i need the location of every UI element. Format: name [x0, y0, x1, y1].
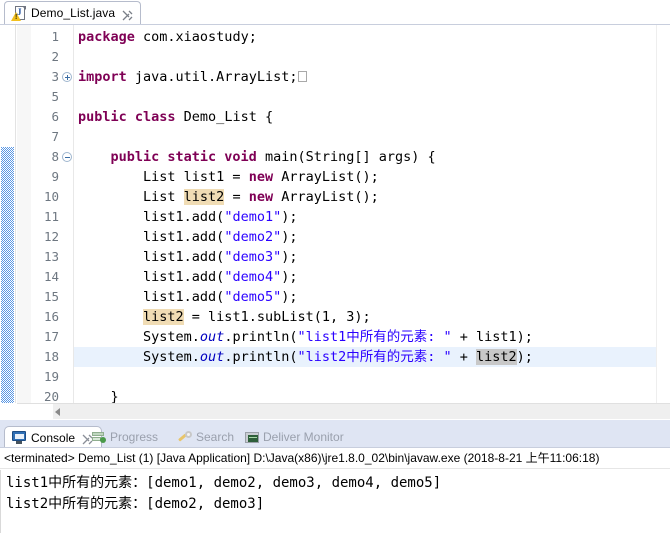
tab-search[interactable]: Search — [178, 428, 234, 446]
console-content[interactable]: <terminated> Demo_List (1) [Java Applica… — [0, 448, 670, 533]
code-line[interactable]: import java.util.ArrayList; — [74, 67, 670, 87]
code-line[interactable]: List list1 = new ArrayList(); — [74, 167, 670, 187]
line-number: 20 — [17, 387, 73, 403]
tab-progress-label: Progress — [110, 430, 158, 444]
code-line[interactable] — [74, 127, 670, 147]
scrollbar-left-trough — [17, 404, 53, 419]
line-number: 14 — [17, 267, 73, 287]
code-line[interactable] — [74, 87, 670, 107]
code-line[interactable]: List list2 = new ArrayList(); — [74, 187, 670, 207]
console-output-line: list1中所有的元素：[demo1, demo2, demo3, demo4,… — [6, 473, 670, 494]
line-number: 8 — [17, 147, 73, 167]
editor-tab-bar: J ! Demo_List.java — [0, 0, 670, 25]
line-number: 10 — [17, 187, 73, 207]
java-file-warning-icon: J ! — [11, 6, 26, 21]
editor-tab-demo-list[interactable]: J ! Demo_List.java — [4, 1, 141, 24]
line-number: 6 — [17, 107, 73, 127]
tab-deliver-monitor[interactable]: Deliver Monitor — [245, 428, 344, 446]
code-line[interactable]: } — [74, 387, 670, 403]
tab-search-label: Search — [196, 430, 234, 444]
line-number: 2 — [17, 47, 73, 67]
code-line[interactable]: System.out.println("list1中所有的元素: " + lis… — [74, 327, 670, 347]
code-line[interactable]: list1.add("demo1"); — [74, 207, 670, 227]
fold-collapse-icon[interactable] — [62, 152, 72, 162]
line-number: 19 — [17, 367, 73, 387]
code-line[interactable] — [74, 47, 670, 67]
fold-expand-icon[interactable] — [62, 72, 72, 82]
progress-icon — [92, 431, 106, 443]
console-tab-bar: Console Progress Search — [0, 424, 670, 448]
editor-tab-label: Demo_List.java — [31, 6, 115, 20]
line-number: 18 — [17, 347, 73, 367]
deliver-monitor-icon — [245, 432, 259, 443]
tab-console[interactable]: Console — [4, 426, 102, 448]
code-line[interactable]: list1.add("demo3"); — [74, 247, 670, 267]
eclipse-window: J ! Demo_List.java 123567891011121314151… — [0, 0, 670, 533]
code-line[interactable]: public static void main(String[] args) { — [74, 147, 670, 167]
line-number: 9 — [17, 167, 73, 187]
line-number: 12 — [17, 227, 73, 247]
overview-ruler[interactable] — [656, 25, 670, 403]
console-monitor-icon — [12, 431, 26, 444]
editor-body[interactable]: 123567891011121314151617181920 package c… — [0, 25, 670, 403]
search-icon — [178, 431, 192, 444]
console-part: Console Progress Search — [0, 424, 670, 533]
console-output-line: list2中所有的元素：[demo2, demo3] — [6, 494, 670, 515]
line-number: 1 — [17, 27, 73, 47]
close-icon[interactable] — [122, 8, 133, 19]
line-number: 16 — [17, 307, 73, 327]
tab-console-label: Console — [31, 431, 75, 445]
code-line[interactable]: list1.add("demo4"); — [74, 267, 670, 287]
scroll-left-arrow-icon[interactable] — [55, 408, 60, 416]
line-number: 13 — [17, 247, 73, 267]
code-line[interactable] — [74, 367, 670, 387]
line-number: 11 — [17, 207, 73, 227]
editor-part: J ! Demo_List.java 123567891011121314151… — [0, 0, 670, 420]
editor-horizontal-scrollbar[interactable] — [17, 403, 670, 419]
line-number: 17 — [17, 327, 73, 347]
code-line[interactable]: list1.add("demo5"); — [74, 287, 670, 307]
console-status-line: <terminated> Demo_List (1) [Java Applica… — [0, 448, 670, 469]
line-number: 3 — [17, 67, 73, 87]
code-line[interactable]: list1.add("demo2"); — [74, 227, 670, 247]
code-line[interactable]: public class Demo_List { — [74, 107, 670, 127]
line-number: 15 — [17, 287, 73, 307]
code-area[interactable]: package com.xiaostudy; import java.util.A… — [74, 25, 670, 403]
line-number-ruler: 123567891011121314151617181920 — [17, 25, 73, 403]
code-line[interactable]: package com.xiaostudy; — [74, 27, 670, 47]
tab-progress[interactable]: Progress — [92, 428, 158, 446]
code-line[interactable]: System.out.println("list2中所有的元素: " + lis… — [74, 347, 670, 367]
changed-lines-indicator — [1, 147, 14, 403]
tab-deliver-monitor-label: Deliver Monitor — [263, 430, 344, 444]
code-line[interactable]: list2 = list1.subList(1, 3); — [74, 307, 670, 327]
console-output[interactable]: list1中所有的元素：[demo1, demo2, demo3, demo4,… — [0, 470, 670, 533]
line-number: 7 — [17, 127, 73, 147]
line-number: 5 — [17, 87, 73, 107]
annotation-ruler[interactable] — [0, 25, 16, 403]
